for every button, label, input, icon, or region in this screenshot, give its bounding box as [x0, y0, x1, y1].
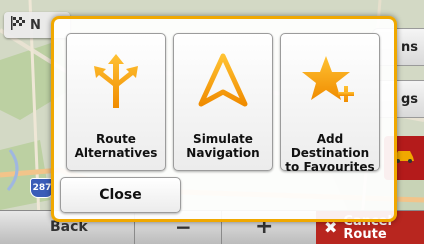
- highway-shield-number: 287: [32, 183, 52, 193]
- route-alternatives-label-line2: Alternatives: [74, 146, 158, 160]
- route-alternatives-icon: [67, 52, 165, 112]
- simulate-navigation-label-line1: Simulate: [193, 132, 253, 146]
- right-menu-button-1-label: ns: [401, 39, 418, 55]
- checkered-flag-icon: [10, 16, 26, 34]
- close-button[interactable]: Close: [60, 177, 181, 213]
- right-menu-button-2-label: gs: [400, 91, 418, 107]
- route-alternatives-label-line1: Route: [96, 132, 136, 146]
- add-destination-label-line2: to Favourites: [285, 160, 375, 174]
- add-destination-label: Add Destination to Favourites: [281, 132, 379, 174]
- simulate-navigation-label: Simulate Navigation: [174, 132, 272, 160]
- add-destination-to-favourites-button[interactable]: Add Destination to Favourites: [280, 33, 380, 174]
- route-alternatives-label: Route Alternatives: [67, 132, 165, 160]
- add-destination-label-line1: Add Destination: [290, 132, 370, 160]
- cancel-route-label-line2: Route: [343, 226, 387, 242]
- simulate-navigation-label-line2: Navigation: [186, 146, 260, 160]
- route-options-dialog: Route Alternatives Simulate Navigation A…: [51, 16, 397, 222]
- simulate-navigation-button[interactable]: Simulate Navigation: [173, 33, 273, 171]
- add-favourite-icon: [281, 52, 379, 112]
- close-button-label: Close: [99, 187, 142, 203]
- destination-chip-text: N: [30, 17, 41, 33]
- route-alternatives-button[interactable]: Route Alternatives: [66, 33, 166, 171]
- simulate-navigation-icon: [174, 52, 272, 112]
